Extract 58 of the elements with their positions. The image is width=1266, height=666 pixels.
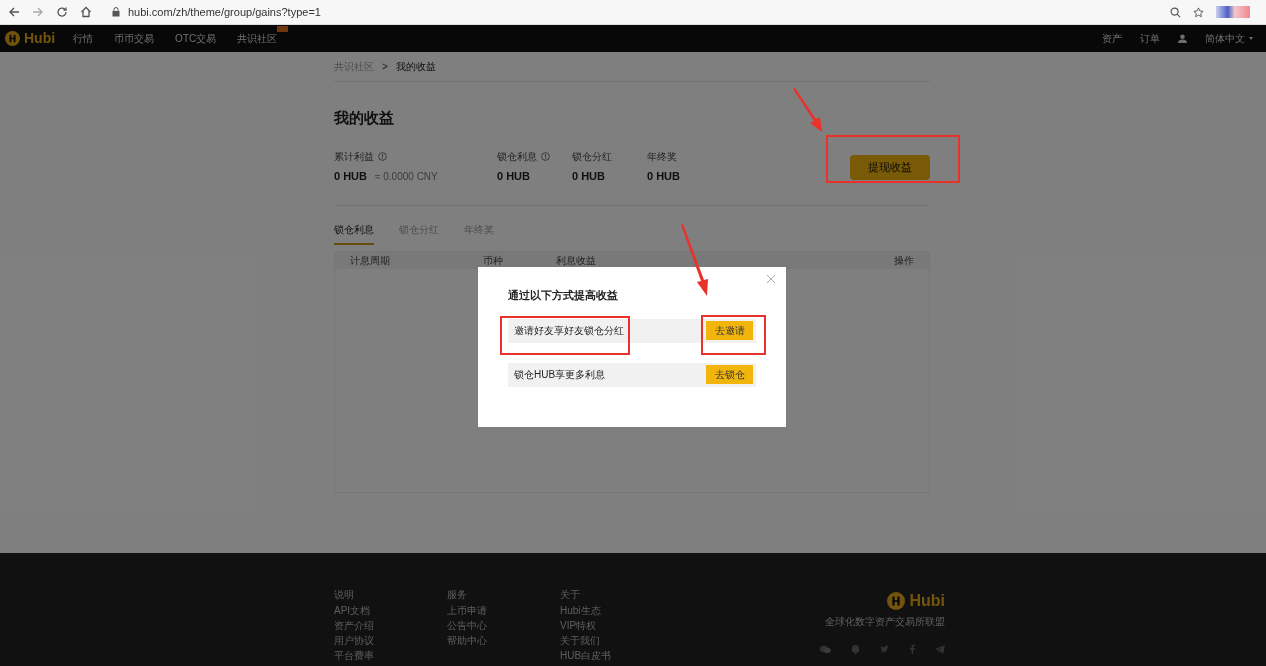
close-icon[interactable] (766, 273, 778, 285)
column-header: 币种 (483, 253, 504, 268)
withdraw-button[interactable]: 提现收益 (850, 154, 930, 180)
back-icon[interactable] (8, 6, 20, 18)
stat-label: 累计利益 (334, 150, 374, 164)
nav-link[interactable]: OTC交易 (175, 31, 217, 46)
nav-link[interactable]: 共识社区 (237, 31, 278, 46)
user-icon[interactable] (1178, 34, 1187, 43)
caret-icon (1249, 37, 1253, 40)
footer-tagline: 全球化数字资产交易所联盟 (825, 616, 945, 628)
profile-icon[interactable] (1216, 6, 1250, 18)
footer-link[interactable]: 公告中心 (447, 620, 487, 632)
footer-heading: 说明 (334, 589, 354, 601)
stat-value: 0 HUB (334, 169, 367, 184)
option-button[interactable]: 去邀请 (706, 321, 753, 340)
footer-heading: 服务 (447, 589, 467, 601)
column-header: 计息周期 (350, 253, 391, 268)
annotation-arrow (790, 87, 824, 133)
zoom-icon[interactable] (1170, 6, 1181, 18)
dialog-title: 通过以下方式提高收益 (508, 288, 619, 303)
nav-link[interactable]: 币币交易 (114, 31, 155, 46)
forward-icon[interactable] (32, 6, 44, 18)
option-text: 锁仓HUB享更多利息 (514, 368, 606, 382)
option-button[interactable]: 去锁仓 (706, 365, 753, 384)
reload-icon[interactable] (56, 6, 68, 18)
stat-label: 锁仓利息 (497, 150, 537, 164)
star-icon[interactable] (1193, 6, 1204, 18)
tab[interactable]: 锁仓利息 (334, 221, 374, 245)
logo-icon (887, 592, 906, 610)
column-header: 操作 (894, 253, 914, 268)
stat-approx-value: ≈ 0.0000 CNY (375, 170, 438, 184)
stat-value: 0 HUB (497, 169, 530, 184)
breadcrumb-current: 我的收益 (395, 60, 436, 74)
footer-link[interactable]: API文档 (334, 605, 371, 617)
logo-text: Hubi (24, 29, 56, 48)
stat-label: 年终奖 (647, 150, 677, 164)
footer-link[interactable]: 平台费率 (334, 650, 374, 662)
url-text: hubi.com/zh/theme/group/gains?type=1 (128, 4, 321, 20)
footer-link[interactable]: 资产介绍 (334, 620, 374, 632)
footer-link[interactable]: Hubi生态 (560, 605, 601, 617)
breadcrumb-separator: > (382, 60, 388, 74)
option-text: 邀请好友享好友锁仓分红 (514, 324, 624, 338)
stat-label: 锁仓分红 (572, 150, 612, 164)
page-title: 我的收益 (334, 108, 395, 128)
footer-link[interactable]: VIP特权 (560, 620, 597, 632)
stat-value: 0 HUB (647, 169, 680, 184)
nav-link[interactable]: 订单 (1140, 31, 1160, 46)
home-icon[interactable] (80, 6, 92, 18)
nav-link[interactable]: 资产 (1102, 31, 1122, 46)
language-selector[interactable]: 简体中文 (1205, 31, 1253, 46)
logo-text: Hubi (909, 595, 945, 607)
footer-link[interactable]: 用户协议 (334, 635, 374, 647)
column-header: 利息收益 (556, 253, 596, 268)
lock-icon (112, 7, 120, 17)
logo-icon (5, 31, 20, 46)
annotation-box (701, 315, 766, 355)
nav-link[interactable]: 行情 (73, 31, 94, 46)
stat-value: 0 HUB (572, 169, 605, 184)
